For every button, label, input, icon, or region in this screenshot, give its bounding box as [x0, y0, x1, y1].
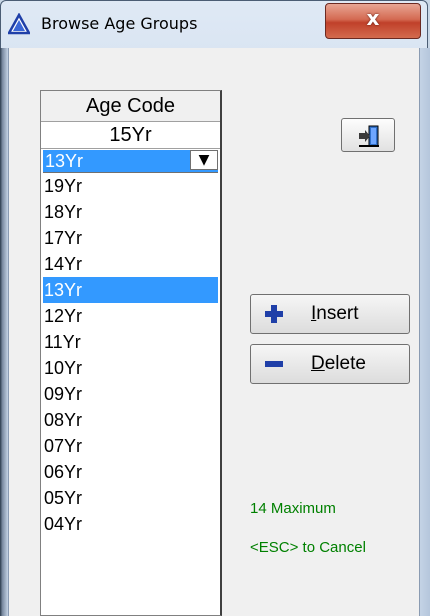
combo-value: 13Yr — [45, 151, 84, 171]
exit-button[interactable] — [341, 118, 395, 152]
triangle-app-icon — [8, 13, 30, 35]
grid-row[interactable]: 15Yr — [41, 122, 220, 149]
esc-cancel-note: <ESC> to Cancel — [250, 539, 366, 556]
exit-door-icon — [359, 125, 379, 147]
list-item[interactable]: 07Yr — [43, 433, 218, 459]
window-title: Browse Age Groups — [41, 14, 198, 33]
list-item[interactable]: 17Yr — [43, 225, 218, 251]
age-code-column-header[interactable]: Age Code — [41, 91, 220, 122]
list-item[interactable]: 05Yr — [43, 485, 218, 511]
window-right-edge — [420, 48, 430, 616]
triangle-down-icon: ▼ — [198, 152, 210, 168]
insert-button[interactable]: Insert — [250, 294, 410, 334]
age-code-combo[interactable]: 13Yr ▼ — [43, 150, 218, 172]
close-button[interactable]: x — [325, 3, 421, 39]
maximum-note: 14 Maximum — [250, 500, 336, 517]
list-item[interactable]: 10Yr — [43, 355, 218, 381]
list-item[interactable]: 06Yr — [43, 459, 218, 485]
list-item[interactable]: 08Yr — [43, 407, 218, 433]
dropdown-arrow-button[interactable]: ▼ — [190, 150, 218, 170]
close-icon: x — [366, 6, 380, 30]
insert-label: Insert — [311, 303, 359, 324]
list-item[interactable]: 18Yr — [43, 199, 218, 225]
plus-icon — [265, 305, 283, 323]
list-item[interactable]: 11Yr — [43, 329, 218, 355]
delete-label: Delete — [311, 353, 366, 374]
delete-button[interactable]: Delete — [250, 344, 410, 384]
list-item[interactable]: 13Yr — [43, 277, 218, 303]
list-item[interactable]: 14Yr — [43, 251, 218, 277]
window-left-edge — [0, 48, 8, 616]
age-code-grid[interactable]: Age Code 15Yr 13Yr ▼ 19Yr 18Yr 17Yr 14Yr 13Y… — [40, 90, 222, 616]
minus-icon — [265, 361, 283, 367]
list-item[interactable]: 09Yr — [43, 381, 218, 407]
list-item[interactable]: 04Yr — [43, 511, 218, 537]
list-item[interactable]: 19Yr — [43, 173, 218, 199]
age-code-dropdown-list[interactable]: 19Yr 18Yr 17Yr 14Yr 13Yr 12Yr 11Yr 10Yr 09Yr 08Yr… — [43, 172, 218, 537]
list-item[interactable]: 12Yr — [43, 303, 218, 329]
